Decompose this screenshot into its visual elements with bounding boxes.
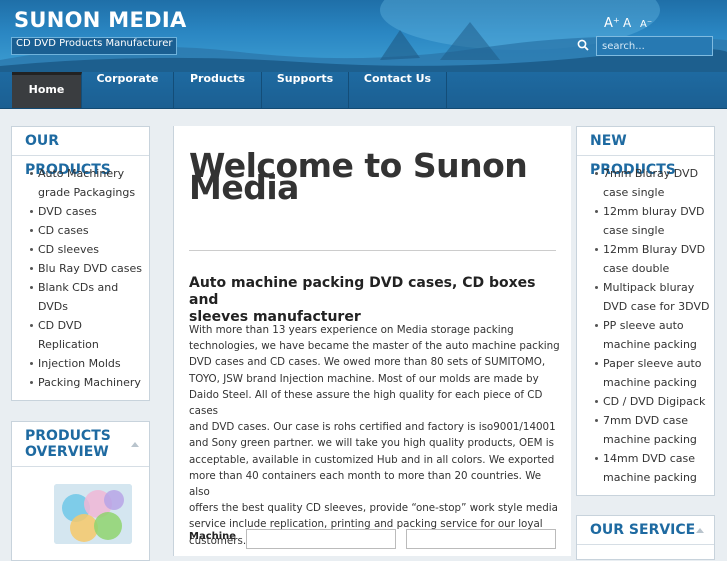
font-size-reset[interactable]: A: [623, 16, 631, 30]
new-product-link[interactable]: 12mm bluray DVD case single: [595, 202, 715, 240]
new-product-link[interactable]: 7mm DVD case machine packing: [595, 411, 715, 449]
site-title[interactable]: SUNON MEDIA: [14, 8, 187, 32]
product-link-auto-machinery[interactable]: Auto Machinery grade Packagings: [30, 164, 150, 202]
product-link-blank-cds-dvds[interactable]: Blank CDs and DVDs: [30, 278, 150, 316]
page-title: Welcome to Sunon Media: [189, 146, 528, 207]
font-size-increase[interactable]: A⁺: [604, 16, 620, 31]
product-link-cd-sleeves[interactable]: CD sleeves: [30, 240, 150, 259]
search-icon: [577, 39, 589, 51]
search-input[interactable]: [596, 36, 713, 56]
nav-corporate[interactable]: Corporate: [82, 72, 174, 108]
nav-home[interactable]: Home: [12, 72, 82, 108]
new-product-link[interactable]: CD / DVD Digipack: [595, 392, 715, 411]
nav-contact-us[interactable]: Contact Us: [349, 72, 447, 108]
machine-feature-box-1[interactable]: [246, 529, 396, 549]
nav-products[interactable]: Products: [174, 72, 262, 108]
our-service-title: OUR SERVICE: [577, 516, 714, 545]
new-product-link[interactable]: 7mm Bluray DVD case single: [595, 164, 715, 202]
site-header: SUNON MEDIA CD DVD Products Manufacturer…: [0, 0, 727, 72]
new-products-box: NEW PRODUCTS 7mm Bluray DVD case single 1…: [576, 126, 715, 496]
our-products-box: OUR PRODUCTS Auto Machinery grade Packagi…: [11, 126, 150, 401]
divider: [189, 250, 556, 251]
product-link-blu-ray-cases[interactable]: Blu Ray DVD cases: [30, 259, 150, 278]
nav-supports[interactable]: Supports: [262, 72, 349, 108]
new-products-title: NEW PRODUCTS: [577, 127, 714, 178]
font-size-decrease[interactable]: A⁻: [640, 19, 652, 30]
new-product-link[interactable]: 14mm DVD case machine packing: [595, 449, 715, 487]
intro-paragraph: With more than 13 years experience on Me…: [189, 324, 560, 547]
machine-label: Machine: [189, 531, 237, 542]
site-subtitle: CD DVD Products Manufacturer: [11, 37, 178, 55]
collapse-arrow-icon[interactable]: [696, 528, 704, 533]
new-products-list: 7mm Bluray DVD case single 12mm bluray DV…: [595, 164, 715, 487]
machine-feature-box-2[interactable]: [406, 529, 556, 549]
products-overview-box: PRODUCTS OVERVIEW: [11, 421, 150, 561]
main-nav: Home Corporate Products Supports Contact…: [0, 72, 727, 109]
section-headline: Auto machine packing DVD cases, CD boxes…: [189, 275, 536, 325]
product-link-packing-machinery[interactable]: Packing Machinery: [30, 373, 150, 392]
product-link-injection-molds[interactable]: Injection Molds: [30, 354, 150, 373]
product-link-replication[interactable]: CD DVD Replication: [30, 316, 150, 354]
product-link-dvd-cases[interactable]: DVD cases: [30, 202, 150, 221]
collapse-arrow-icon[interactable]: [131, 442, 139, 447]
new-product-link[interactable]: Multipack bluray DVD case for 3DVD: [595, 278, 715, 316]
products-overview-title: PRODUCTS OVERVIEW: [12, 422, 149, 467]
product-link-cd-cases[interactable]: CD cases: [30, 221, 150, 240]
product-overview-image[interactable]: [54, 484, 132, 544]
our-products-list: Auto Machinery grade Packagings DVD cases…: [30, 164, 150, 392]
new-product-link[interactable]: Paper sleeve auto machine packing: [595, 354, 715, 392]
main-content: Welcome to Sunon Media Auto machine packi…: [173, 126, 571, 556]
our-service-box: OUR SERVICE: [576, 515, 715, 560]
our-products-title: OUR PRODUCTS: [12, 127, 149, 178]
new-product-link[interactable]: 12mm Bluray DVD case double: [595, 240, 715, 278]
new-product-link[interactable]: PP sleeve auto machine packing: [595, 316, 715, 354]
